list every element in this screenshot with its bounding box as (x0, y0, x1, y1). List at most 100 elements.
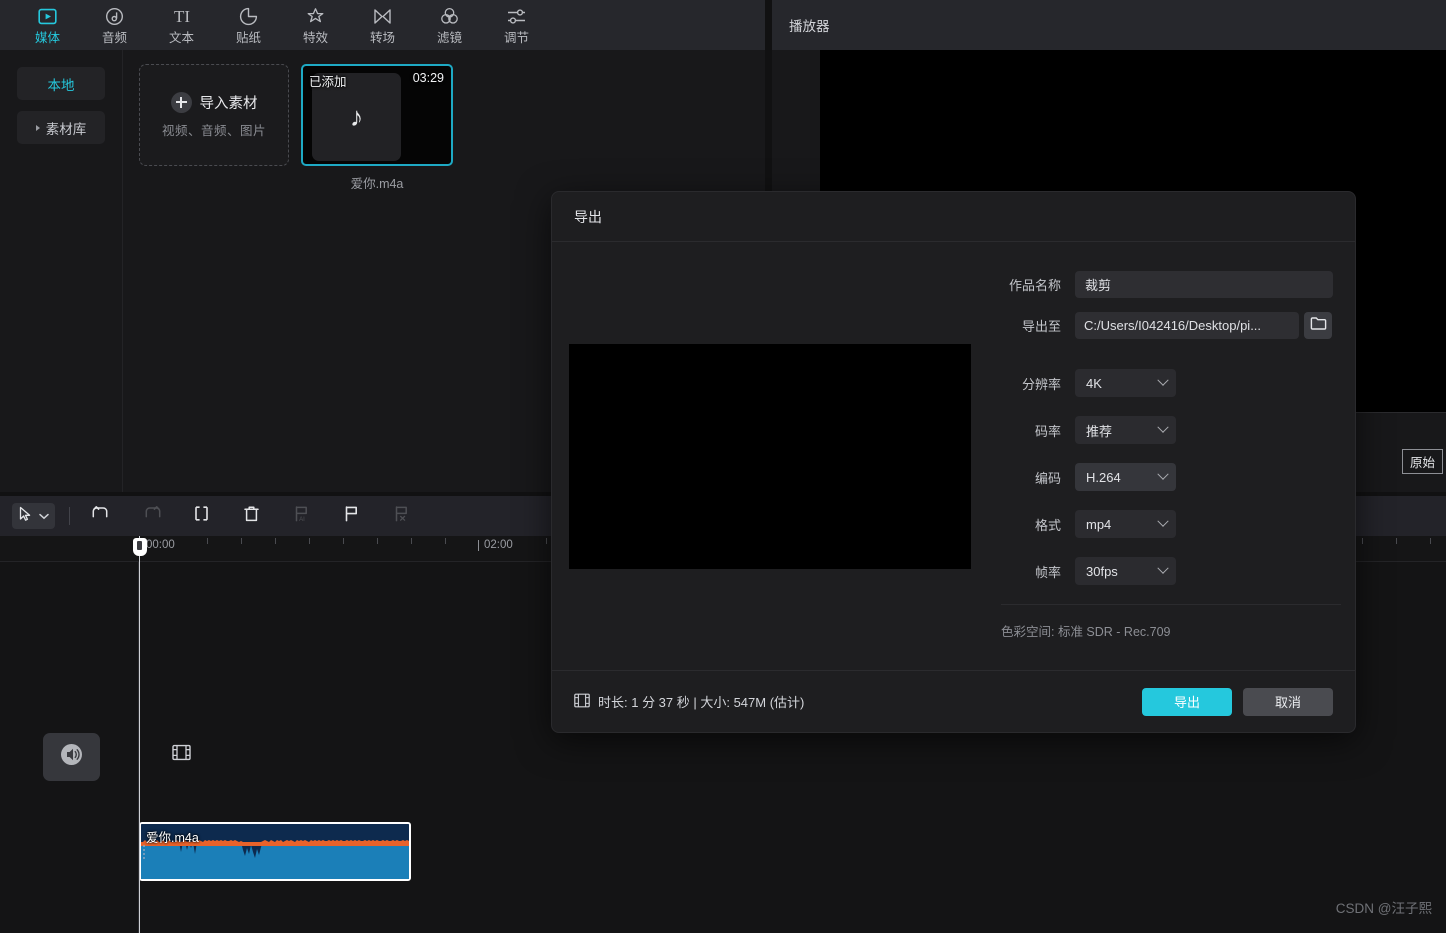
folder-icon (1310, 316, 1327, 336)
clip-left-handle[interactable] (141, 824, 147, 879)
chevron-right-icon (35, 124, 40, 131)
import-title: 导入素材 (199, 95, 258, 112)
tab-media[interactable]: 媒体 (14, 1, 81, 49)
chevron-down-icon (1157, 562, 1169, 574)
tab-label: 调节 (503, 30, 529, 45)
codec-select[interactable]: H.264 (1075, 463, 1176, 491)
project-name-label: 作品名称 (1008, 278, 1061, 293)
format-select[interactable]: mp4 (1075, 510, 1176, 538)
media-sidebar: 本地 素材库 (0, 50, 123, 492)
export-dialog-wrapper: 导出 作品名称 导出至 (551, 191, 1356, 733)
asset-card[interactable]: ♪ 已添加 03:29 爱你.m4a (301, 64, 453, 192)
main-tabbar: 媒体 音频 TI 文本 贴纸 特效 转场 滤镜 调节 (0, 0, 765, 50)
asset-added-badge: 已添加 (309, 75, 347, 89)
tab-sticker[interactable]: 贴纸 (215, 1, 282, 49)
app-window: 媒体 音频 TI 文本 贴纸 特效 转场 滤镜 调节 本地 素材库 导入素材 视… (0, 0, 1446, 933)
tab-label: 滤镜 (436, 30, 462, 45)
footer-buttons: 导出 取消 (1142, 687, 1333, 716)
asset-thumbnail[interactable]: ♪ 已添加 03:29 (301, 64, 453, 166)
filter-icon (440, 6, 459, 28)
original-quality-button[interactable]: 原始 (1401, 449, 1443, 474)
import-media-button[interactable]: 导入素材 视频、音频、图片 (139, 64, 289, 166)
field-export-path: 导出至 (987, 312, 1355, 339)
svg-text:AI: AI (299, 517, 305, 523)
tab-label: 音频 (101, 30, 127, 45)
chevron-down-icon (39, 507, 49, 525)
export-button[interactable]: 导出 (1142, 687, 1232, 716)
sidebar-item-label: 本地 (47, 77, 75, 93)
toolbar-divider (69, 507, 70, 525)
undo-icon (92, 505, 111, 527)
project-name-input[interactable] (1075, 271, 1333, 298)
import-row: 导入素材 (170, 91, 258, 113)
transition-icon (373, 6, 392, 28)
svg-text:TI: TI (173, 7, 189, 26)
plus-icon (170, 91, 192, 113)
playhead-knob[interactable] (132, 538, 147, 556)
music-note-icon: ♪ (349, 101, 364, 132)
redo-button[interactable] (126, 501, 176, 531)
mute-toggle-button[interactable] (43, 733, 100, 781)
tab-label: 贴纸 (235, 30, 261, 45)
dialog-header: 导出 (552, 192, 1355, 242)
ruler-major-label: 02:00 (484, 539, 513, 551)
playhead[interactable] (132, 536, 147, 933)
flag-x-icon (393, 505, 410, 528)
remove-marker-button[interactable] (376, 501, 426, 531)
chevron-down-icon (1157, 468, 1169, 480)
format-value: mp4 (1086, 516, 1112, 532)
tab-filter[interactable]: 滤镜 (416, 1, 483, 49)
cursor-icon (18, 506, 33, 527)
field-project-name: 作品名称 (987, 271, 1355, 298)
select-tool-button[interactable] (12, 503, 55, 529)
tab-transition[interactable]: 转场 (349, 1, 416, 49)
split-button[interactable] (176, 501, 226, 531)
dialog-footer: 时长: 1 分 37 秒 | 大小: 547M (估计) 导出 取消 (552, 670, 1355, 732)
tab-text[interactable]: TI 文本 (148, 1, 215, 49)
export-path-label: 导出至 (1021, 319, 1061, 334)
delete-button[interactable] (226, 501, 276, 531)
bitrate-value: 推荐 (1086, 423, 1113, 439)
player-header: 播放器 (772, 0, 1446, 50)
redo-icon (142, 505, 161, 527)
dialog-settings-area: 作品名称 导出至 分辨率 (987, 242, 1355, 670)
tab-label: 特效 (302, 30, 328, 45)
export-dialog: 导出 作品名称 导出至 (551, 191, 1356, 733)
export-summary: 时长: 1 分 37 秒 | 大小: 547M (估计) (574, 692, 804, 711)
framerate-label: 帧率 (1034, 564, 1061, 580)
sidebar-item-library[interactable]: 素材库 (17, 111, 105, 144)
ruler-start-label: 00:00 (146, 539, 175, 551)
field-bitrate: 码率 推荐 (987, 416, 1355, 444)
bitrate-select[interactable]: 推荐 (1075, 416, 1176, 444)
tab-effects[interactable]: 特效 (282, 1, 349, 49)
effects-icon (306, 6, 325, 28)
audio-clip-爱你[interactable]: 爱你.m4a (139, 822, 411, 881)
codec-value: H.264 (1086, 469, 1121, 485)
resolution-label: 分辨率 (1021, 376, 1061, 392)
text-icon: TI (169, 6, 195, 28)
export-path-input[interactable] (1075, 312, 1299, 339)
tab-adjust[interactable]: 调节 (483, 1, 550, 49)
asset-name: 爱你.m4a (350, 177, 404, 191)
ai-marker-button[interactable]: AI (276, 501, 326, 531)
tab-label: 转场 (369, 30, 395, 45)
dialog-title: 导出 (574, 208, 602, 225)
undo-button[interactable] (76, 501, 126, 531)
cancel-button[interactable]: 取消 (1243, 687, 1333, 716)
split-icon (193, 505, 210, 527)
bitrate-label: 码率 (1034, 423, 1061, 439)
settings-divider (1001, 604, 1341, 605)
summary-text: 时长: 1 分 37 秒 | 大小: 547M (估计) (598, 695, 805, 710)
media-icon (38, 6, 57, 28)
resolution-value: 4K (1086, 375, 1102, 391)
tab-label: 媒体 (34, 30, 60, 45)
marker-button[interactable] (326, 501, 376, 531)
framerate-value: 30fps (1086, 563, 1118, 579)
tab-label: 文本 (168, 30, 194, 45)
tab-audio[interactable]: 音频 (81, 1, 148, 49)
dialog-body: 作品名称 导出至 分辨率 (552, 242, 1355, 670)
resolution-select[interactable]: 4K (1075, 369, 1176, 397)
framerate-select[interactable]: 30fps (1075, 557, 1176, 585)
sidebar-item-local[interactable]: 本地 (17, 67, 105, 100)
browse-folder-button[interactable] (1304, 312, 1332, 339)
